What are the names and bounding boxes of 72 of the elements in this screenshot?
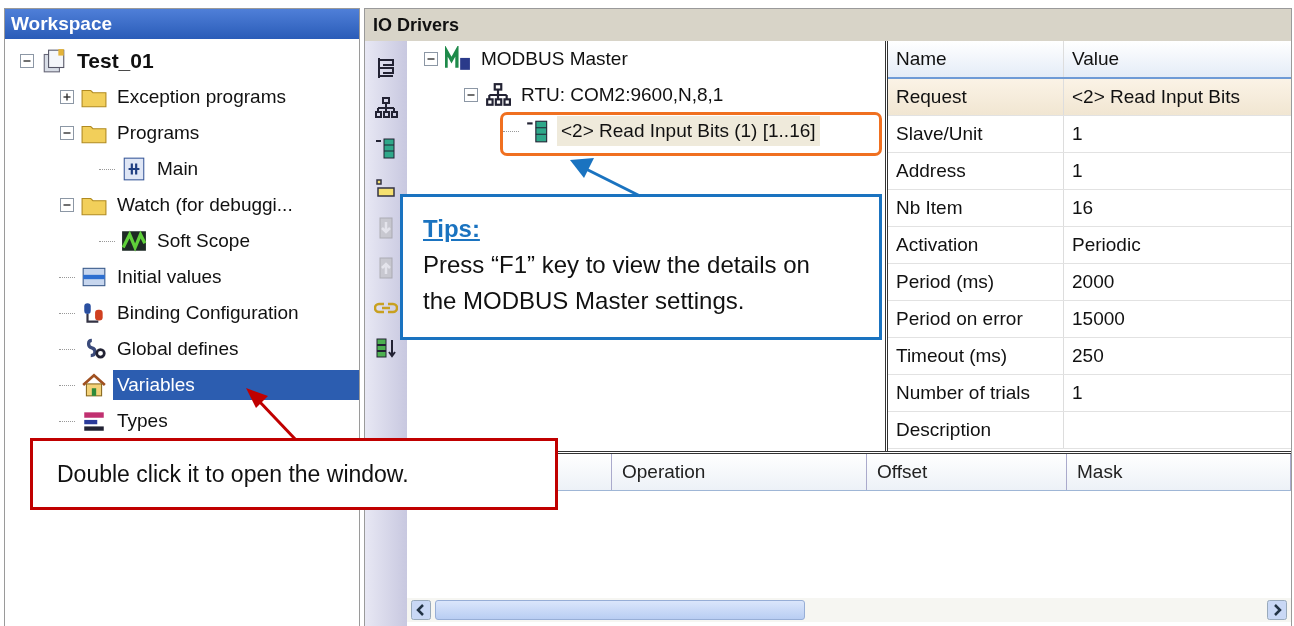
property-name: Nb Item [888,190,1064,226]
scroll-thumb[interactable] [435,600,805,620]
property-value: 1 [1071,122,1084,146]
property-row[interactable]: Slave/Unit 1 [888,116,1291,153]
expander-icon[interactable] [59,89,75,105]
property-name: Period (ms) [888,264,1064,300]
property-name: Description [888,412,1064,448]
property-name: Timeout (ms) [888,338,1064,374]
tree-item[interactable]: Main [153,154,359,184]
column-header[interactable]: Mask [1067,454,1291,490]
property-value: <2> Read Input Bits [1071,85,1241,109]
callout-title: Tips: [423,214,480,244]
property-row[interactable]: Number of trials 1 [888,375,1291,412]
column-header[interactable]: Offset [867,454,1067,490]
property-row[interactable]: Activation Periodic [888,227,1291,264]
scroll-right-icon[interactable] [1267,600,1287,620]
property-value: 2000 [1071,270,1116,294]
sort-icon[interactable] [374,335,398,361]
tree-item[interactable]: Exception programs [113,82,359,112]
tree-item[interactable]: Watch (for debuggi... [113,190,359,220]
callout-text: Press “F1” key to view the details on the MODBUS Master settings. [423,250,811,316]
tree-item[interactable]: <2> Read Input Bits (1) [1..16] [557,116,820,146]
tree-item[interactable]: Initial values [113,262,359,292]
property-value: 16 [1071,196,1095,220]
tree-item[interactable]: Global defines [113,334,359,364]
expander-icon[interactable] [423,51,439,67]
property-row[interactable]: Request <2> Read Input Bits [888,79,1291,116]
tree-item[interactable]: RTU: COM2:9600,N,8,1 [517,80,728,110]
stack-icon[interactable] [374,135,398,161]
program-icon [121,156,147,182]
tree-item[interactable]: Types [113,406,359,436]
expander-icon[interactable] [463,87,479,103]
expander-icon[interactable] [59,125,75,141]
property-name: Number of trials [888,375,1064,411]
property-value: 1 [1071,159,1084,183]
panel-title: Workspace [5,9,359,39]
waveform-icon [121,228,147,254]
property-row[interactable]: Period on error 15000 [888,301,1291,338]
property-name: Request [888,79,1064,115]
property-row[interactable]: Address 1 [888,153,1291,190]
property-value: 15000 [1071,307,1126,331]
property-row[interactable]: Period (ms) 2000 [888,264,1291,301]
document-stack-icon [41,48,67,74]
property-name: Period on error [888,301,1064,337]
expander-icon[interactable] [19,53,35,69]
property-row[interactable]: Description [888,412,1291,449]
tree-item[interactable]: MODBUS Master [477,44,632,74]
property-value: Periodic [1071,233,1142,257]
panel-title: IO Drivers [365,9,1291,41]
tree-item[interactable]: Programs [113,118,359,148]
property-name: Slave/Unit [888,116,1064,152]
tree-item[interactable]: Soft Scope [153,226,359,256]
column-header[interactable]: Name [888,41,1064,77]
master-icon [445,46,471,72]
column-header[interactable]: Operation [612,454,867,490]
property-row[interactable]: Timeout (ms) 250 [888,338,1291,375]
property-row[interactable]: Nb Item 16 [888,190,1291,227]
tree-item[interactable]: Test_01 [73,45,359,77]
house-icon [81,372,107,398]
tree-item[interactable]: Variables [113,370,359,400]
callout-text: Double click it to open the window. [57,460,409,488]
property-name: Activation [888,227,1064,263]
scroll-left-icon[interactable] [411,600,431,620]
expander-icon[interactable] [59,197,75,213]
tree-item[interactable]: Binding Configuration [113,298,359,328]
column-header[interactable]: Value [1064,41,1128,77]
property-name: Address [888,153,1064,189]
network-icon[interactable] [374,95,398,121]
scrollbar[interactable] [407,598,1291,622]
network-icon [485,82,511,108]
property-value: 250 [1071,344,1105,368]
property-value: 1 [1071,381,1084,405]
